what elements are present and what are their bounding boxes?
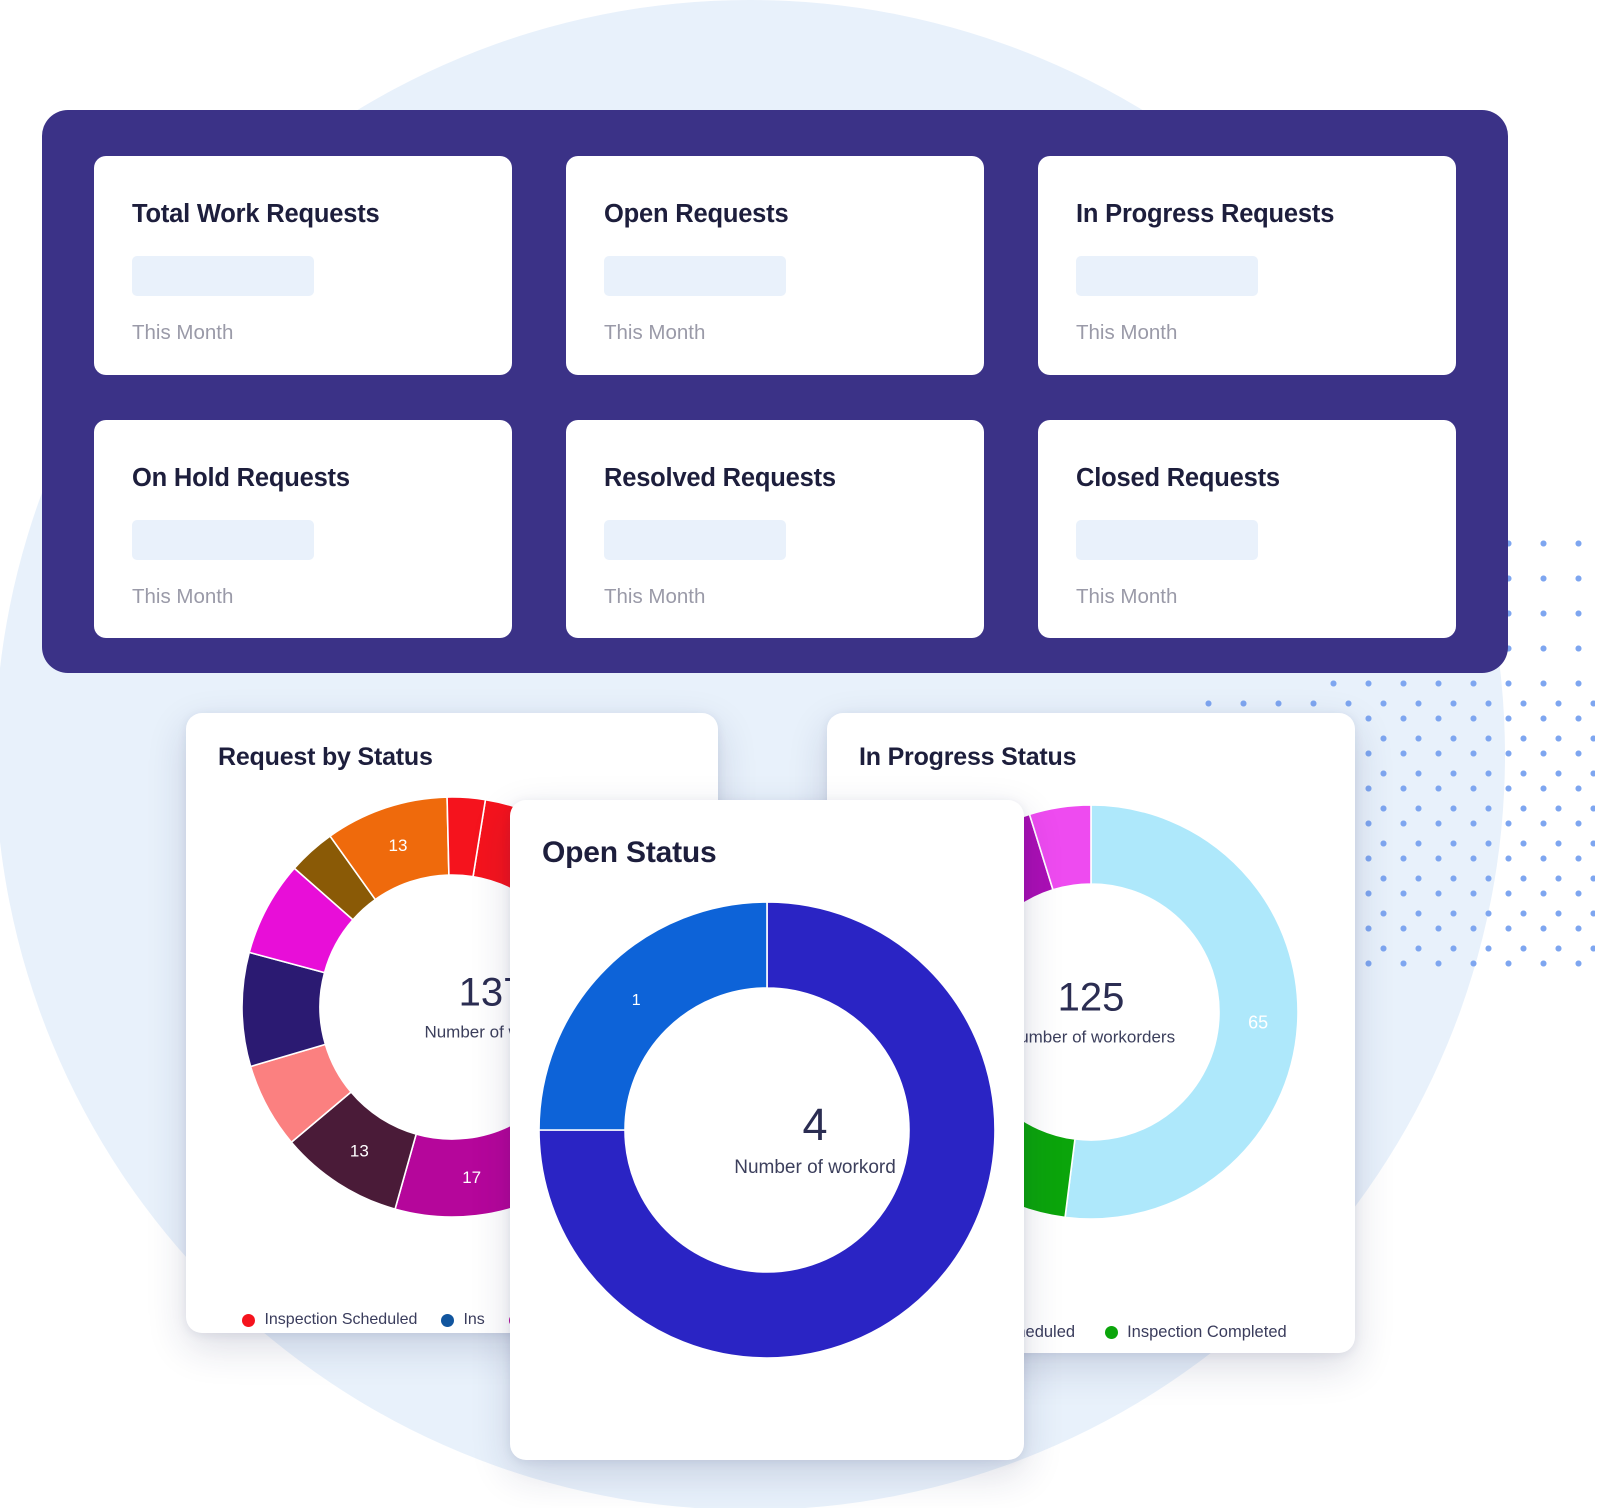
legend-item[interactable]: Inspection Completed bbox=[1105, 1324, 1287, 1341]
donut-slice-label: 13 bbox=[350, 1142, 369, 1161]
chart-card-header: In Progress Status bbox=[827, 713, 1355, 772]
kpi-title: In Progress Requests bbox=[1076, 200, 1335, 228]
donut-svg: 1 bbox=[538, 901, 996, 1359]
dashboard-screenshot: Total Work Requests This Month Open Requ… bbox=[0, 0, 1600, 1508]
legend-item[interactable]: Assigned bbox=[1229, 1351, 1319, 1353]
kpi-value-placeholder bbox=[604, 256, 786, 297]
legend-label: Inspection Completed bbox=[1127, 1323, 1287, 1341]
chart-card-header: Open Status bbox=[510, 800, 1024, 870]
donut-slice-label: 17 bbox=[462, 1168, 481, 1187]
legend-label: Work in Progress bbox=[1072, 1351, 1198, 1353]
kpi-card-open-requests[interactable]: Open Requests This Month bbox=[566, 156, 984, 375]
legend-label: Inspection Scheduled bbox=[264, 1311, 418, 1328]
legend-color-dot-icon bbox=[441, 1313, 455, 1327]
chart-card-open-status[interactable]: Open Status 1 4 Number of workord New Ac… bbox=[510, 800, 1024, 1460]
donut-slice[interactable] bbox=[538, 901, 768, 1131]
kpi-card-resolved-requests[interactable]: Resolved Requests This Month bbox=[566, 419, 984, 639]
kpi-card-in-progress-requests[interactable]: In Progress Requests This Month bbox=[1038, 156, 1456, 375]
kpi-card-closed-requests[interactable]: Closed Requests This Month bbox=[1038, 419, 1456, 639]
legend-color-dot-icon bbox=[1105, 1325, 1119, 1339]
kpi-title: Closed Requests bbox=[1076, 463, 1280, 492]
kpi-title: Total Work Requests bbox=[132, 200, 380, 228]
kpi-period-label: This Month bbox=[1076, 321, 1178, 345]
kpi-period-label: This Month bbox=[132, 321, 234, 345]
legend-label: Assigned bbox=[1251, 1351, 1319, 1353]
kpi-title: Resolved Requests bbox=[604, 463, 836, 492]
legend-item[interactable]: Ins bbox=[441, 1311, 485, 1328]
donut-chart-open-status[interactable]: 1 4 Number of workord bbox=[510, 870, 1024, 1390]
donut-slice-label: 13 bbox=[388, 836, 407, 855]
kpi-title: Open Requests bbox=[604, 200, 789, 228]
legend-item[interactable]: Work in Progress bbox=[1050, 1351, 1198, 1353]
kpi-title: On Hold Requests bbox=[132, 463, 350, 492]
kpi-value-placeholder bbox=[1076, 256, 1258, 297]
chart-title: In Progress Status bbox=[859, 743, 1077, 771]
kpi-value-placeholder bbox=[604, 519, 786, 560]
chart-title: Open Status bbox=[542, 836, 717, 869]
donut-slice-label: 1 bbox=[632, 992, 641, 1009]
chart-title: Request by Status bbox=[218, 743, 433, 771]
kpi-card-on-hold-requests[interactable]: On Hold Requests This Month bbox=[94, 419, 512, 639]
legend-item[interactable]: Inspection Scheduled bbox=[242, 1312, 417, 1328]
kpi-period-label: This Month bbox=[604, 321, 706, 345]
legend-color-dot-icon bbox=[242, 1313, 256, 1327]
chart-body: 1 4 Number of workord New Accepted bbox=[510, 870, 1024, 1390]
legend-label: Ins bbox=[463, 1311, 485, 1328]
kpi-period-label: This Month bbox=[1076, 584, 1178, 608]
kpi-panel: Total Work Requests This Month Open Requ… bbox=[42, 110, 1508, 673]
kpi-value-placeholder bbox=[132, 519, 314, 560]
donut-slice-label: 65 bbox=[1248, 1013, 1268, 1033]
kpi-value-placeholder bbox=[1076, 519, 1258, 560]
chart-card-header: Request by Status bbox=[186, 713, 718, 772]
kpi-card-total-work-requests[interactable]: Total Work Requests This Month bbox=[94, 156, 512, 375]
kpi-period-label: This Month bbox=[604, 584, 706, 608]
kpi-value-placeholder bbox=[132, 256, 314, 297]
kpi-period-label: This Month bbox=[132, 584, 234, 608]
